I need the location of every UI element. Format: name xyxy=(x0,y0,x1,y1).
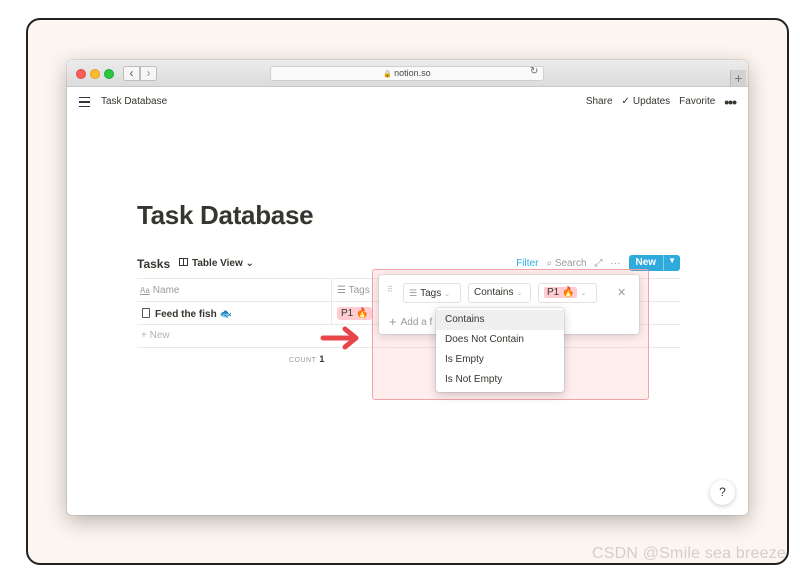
menu-icon[interactable] xyxy=(79,97,90,108)
chevron-down-icon: ⌄ xyxy=(245,258,254,269)
database-title[interactable]: Tasks xyxy=(137,257,170,271)
filter-operator-select[interactable]: Contains ⌄ xyxy=(468,283,531,303)
filter-property-select[interactable]: ☰ Tags ⌄ xyxy=(403,283,461,303)
text-property-icon: Aa xyxy=(140,286,150,295)
operator-dropdown: Contains Does Not Contain Is Empty Is No… xyxy=(436,308,564,392)
search-button[interactable]: ⌕ Search xyxy=(546,258,586,269)
drag-handle-icon[interactable]: ⠿ xyxy=(387,286,395,294)
notion-topbar: Task Database Share ✓ Updates Favorite ••… xyxy=(67,87,748,119)
close-window-button[interactable] xyxy=(76,69,86,79)
url-bar[interactable]: 🔒 notion.so xyxy=(270,66,544,81)
chevron-left-icon: ‹ xyxy=(129,66,134,80)
forward-button[interactable]: › xyxy=(140,66,157,81)
share-button[interactable]: Share xyxy=(586,96,613,107)
list-icon: ☰ xyxy=(337,285,346,296)
breadcrumb[interactable]: Task Database xyxy=(101,96,167,107)
add-filter-label: Add a f xyxy=(400,317,433,328)
column-header-tags[interactable]: ☰ Tags xyxy=(337,285,370,296)
chevron-down-icon: ⌄ xyxy=(580,290,587,297)
filter-operator-label: Contains xyxy=(474,287,514,298)
plus-icon: + xyxy=(141,330,147,341)
reload-icon[interactable]: ↻ xyxy=(530,66,538,77)
top-actions: Share ✓ Updates Favorite ••• xyxy=(586,95,737,109)
lock-icon: 🔒 xyxy=(383,71,393,78)
dropdown-option-is-empty[interactable]: Is Empty xyxy=(436,350,564,370)
dropdown-option-does-not-contain[interactable]: Does Not Contain xyxy=(436,330,564,350)
url-text: notion.so xyxy=(394,68,431,78)
search-label: Search xyxy=(554,257,587,269)
count-value: 1 xyxy=(319,354,325,364)
close-icon[interactable]: ✕ xyxy=(617,286,626,299)
count-label: COUNT xyxy=(289,357,317,364)
dropdown-option-contains[interactable]: Contains xyxy=(436,310,564,330)
plus-icon: + xyxy=(389,314,397,329)
check-icon: ✓ xyxy=(621,96,630,107)
dropdown-option-is-not-empty[interactable]: Is Not Empty xyxy=(436,370,564,390)
fish-icon: 🐟 xyxy=(219,309,233,320)
chevron-right-icon: › xyxy=(146,66,151,80)
updates-label: Updates xyxy=(632,96,671,107)
chevron-down-icon: ⌄ xyxy=(444,291,451,298)
table-icon xyxy=(179,258,188,266)
column-tags-label: Tags xyxy=(348,285,370,296)
add-filter-button[interactable]: + Add a f xyxy=(389,314,432,329)
tag-pill[interactable]: P1 🔥 xyxy=(337,307,373,320)
maximize-window-button[interactable] xyxy=(104,69,114,79)
back-button[interactable]: ‹ xyxy=(123,66,140,81)
arrow-annotation-icon xyxy=(319,324,361,352)
expand-icon[interactable]: ⤢ xyxy=(595,258,603,269)
watermark: CSDN @Smile sea breeze xyxy=(591,545,786,562)
more-options-icon[interactable]: ··· xyxy=(611,258,621,269)
page-title[interactable]: Task Database xyxy=(137,200,314,231)
column-header-name[interactable]: Aa Name xyxy=(140,285,179,296)
browser-window: ‹ › 🔒 notion.so ↻ + Task Database Share ✓… xyxy=(67,60,748,515)
document-icon xyxy=(142,308,150,318)
column-name-label: Name xyxy=(152,285,180,296)
filter-property-label: Tags xyxy=(420,288,442,299)
view-label: Table View xyxy=(192,258,243,269)
updates-button[interactable]: ✓ Updates xyxy=(622,96,671,107)
more-icon[interactable]: ••• xyxy=(724,95,737,109)
filter-button[interactable]: Filter xyxy=(516,258,538,269)
filter-value-pill: P1 🔥 xyxy=(544,287,578,298)
row-name-text: Feed the fish xyxy=(155,309,217,320)
column-divider xyxy=(331,279,332,301)
chevron-down-icon: ⌄ xyxy=(516,290,523,297)
search-icon: ⌕ xyxy=(546,257,553,269)
browser-titlebar: ‹ › 🔒 notion.so ↻ + xyxy=(67,60,748,87)
chevron-down-icon[interactable]: ▼ xyxy=(663,255,680,271)
list-icon: ☰ xyxy=(409,288,418,298)
column-divider xyxy=(331,302,332,324)
help-button[interactable]: ? xyxy=(710,480,735,505)
minimize-window-button[interactable] xyxy=(90,69,100,79)
filter-value-select[interactable]: P1 🔥 ⌄ xyxy=(538,283,597,303)
row-name-cell[interactable]: Feed the fish 🐟 xyxy=(142,308,232,320)
new-row-label[interactable]: + New xyxy=(141,330,170,341)
count-summary[interactable]: COUNT 1 xyxy=(289,354,325,364)
new-tab-button[interactable]: + xyxy=(730,70,746,86)
view-switcher[interactable]: Table View ⌄ xyxy=(179,258,254,269)
new-row-text: New xyxy=(149,330,170,341)
favorite-button[interactable]: Favorite xyxy=(679,96,715,107)
